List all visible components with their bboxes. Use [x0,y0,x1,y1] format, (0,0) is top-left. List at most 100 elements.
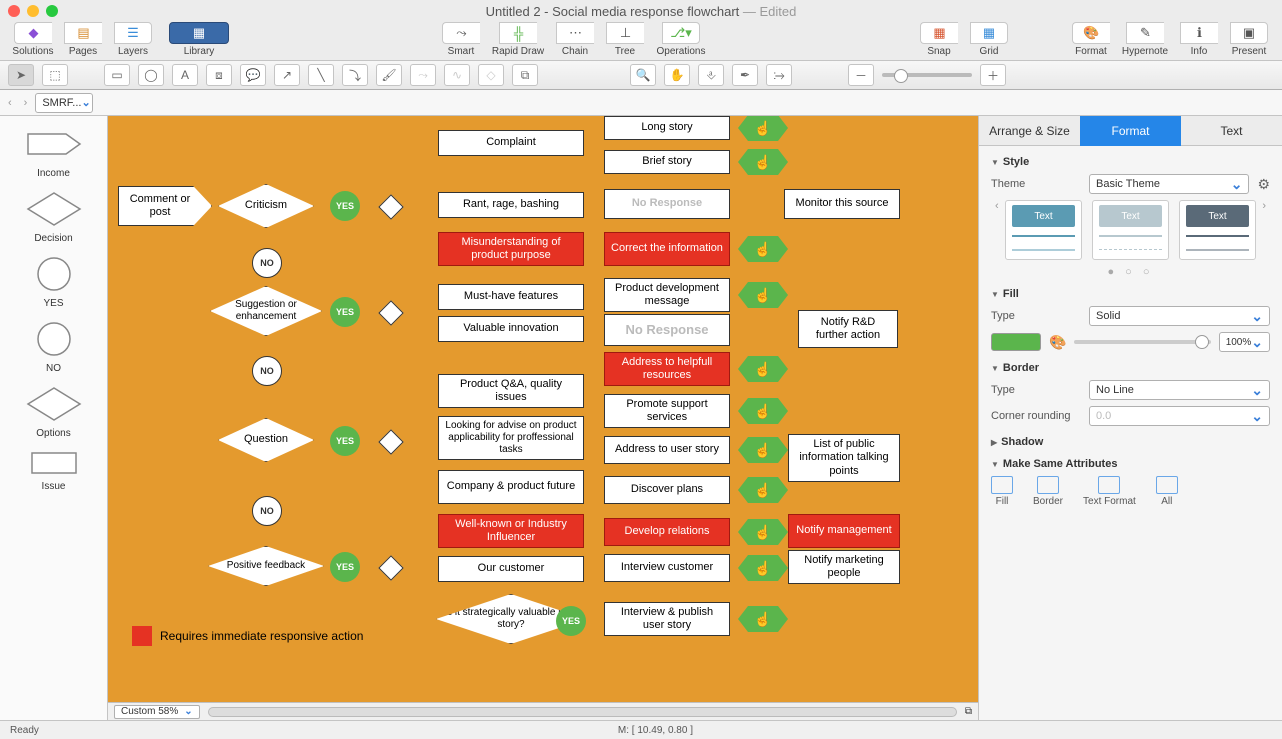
callout-tool[interactable]: 💬 [240,64,266,86]
fill-type-select[interactable]: Solid [1089,306,1270,326]
node-notifyrd[interactable]: Notify R&D further action [798,310,898,348]
stencil-income[interactable] [24,124,84,164]
ellipse-tool[interactable]: ◯ [138,64,164,86]
stencil-issue[interactable] [24,449,84,477]
stencil-no[interactable] [24,319,84,359]
node-develop[interactable]: Develop relations [604,518,730,546]
node-complaint[interactable]: Complaint [438,130,584,156]
present-button[interactable]: ▣Present [1224,22,1274,57]
node-briefstory[interactable]: Brief story [604,150,730,174]
node-ourcust[interactable]: Our customer [438,556,584,582]
style-swatch[interactable]: Text [1005,200,1082,260]
msa-all[interactable]: All [1156,476,1178,507]
node-listpub[interactable]: List of public information talking point… [788,434,900,482]
section-head-fill[interactable]: Fill [991,288,1270,300]
tab-format[interactable]: Format [1080,116,1181,146]
node-interviewc[interactable]: Interview customer [604,554,730,582]
border-type-select[interactable]: No Line [1089,380,1270,400]
section-head-shadow[interactable]: Shadow [991,436,1270,448]
text-tool[interactable]: A [172,64,198,86]
arrow-tool[interactable]: ↗ [274,64,300,86]
grid-button[interactable]: ▦Grid [964,22,1014,57]
poly-tool[interactable]: ◇ [478,64,504,86]
node-question[interactable]: Question [218,418,314,462]
zoom-in-icon[interactable]: ＋ [980,64,1006,86]
connector-tool[interactable]: ⤳ [410,64,436,86]
hypernote-button[interactable]: ✎Hypernote [1116,22,1174,57]
node-notifymkt[interactable]: Notify marketing people [788,550,900,584]
fill-color-chip[interactable] [991,333,1041,351]
msa-fill[interactable]: Fill [991,476,1013,507]
crop-tool[interactable]: ⧉ [512,64,538,86]
line-tool[interactable]: ╲ [308,64,334,86]
node-pqa[interactable]: Product Q&A, quality issues [438,374,584,408]
operations-button[interactable]: ⎇▾Operations [650,22,712,57]
canvas[interactable]: Comment or post Criticism YES NO Complai… [108,116,978,702]
pointer-tool[interactable]: ➤ [8,64,34,86]
solutions-button[interactable]: ◆Solutions [8,22,58,57]
node-start[interactable]: Comment or post [118,186,212,226]
node-correct[interactable]: Correct the information [604,232,730,266]
marquee-tool[interactable]: ⬚ [42,64,68,86]
colorwheel-icon[interactable]: 🎨 [1049,334,1066,351]
tab-arrange[interactable]: Arrange & Size [979,116,1080,146]
pager-dots[interactable]: ● ○ ○ [991,266,1270,278]
h-scrollbar[interactable] [208,707,957,717]
spline-tool[interactable]: ∿ [444,64,470,86]
brush-tool[interactable]: 🖌 [376,64,402,86]
node-misunderstanding[interactable]: Misunderstanding of product purpose [438,232,584,266]
zoom-out-icon[interactable]: － [848,64,874,86]
node-valinno[interactable]: Valuable innovation [438,316,584,342]
tree-button[interactable]: ⊥Tree [600,22,650,57]
section-head-msa[interactable]: Make Same Attributes [991,458,1270,470]
node-promote[interactable]: Promote support services [604,394,730,428]
node-pdmsg[interactable]: Product development message [604,278,730,312]
rect-tool[interactable]: ▭ [104,64,130,86]
layers-button[interactable]: ☰Layers [108,22,158,57]
node-criticism[interactable]: Criticism [218,184,314,228]
curve-tool[interactable]: ⤵ [342,64,368,86]
node-noresponse[interactable]: No Response [604,189,730,219]
gear-icon[interactable]: ⚙ [1257,176,1270,193]
chain-button[interactable]: ⋯Chain [550,22,600,57]
theme-select[interactable]: Basic Theme [1089,174,1249,194]
stencil-yes[interactable] [24,254,84,294]
search-icon[interactable]: 🔍 [630,64,656,86]
node-longstory[interactable]: Long story [604,116,730,140]
textbox-tool[interactable]: ⧈ [206,64,232,86]
node-suggestion[interactable]: Suggestion or enhancement [210,286,322,336]
zoom-slider[interactable] [882,73,972,77]
node-posfb[interactable]: Positive feedback [208,546,324,586]
node-addresshelp[interactable]: Address to helpfull resources [604,352,730,386]
tab-text[interactable]: Text [1181,116,1282,146]
node-monitor[interactable]: Monitor this source [784,189,900,219]
library-button[interactable]: ▦Library [164,22,234,57]
node-rant[interactable]: Rant, rage, bashing [438,192,584,218]
highlight-tool[interactable]: ⧴ [766,64,792,86]
section-head-border[interactable]: Border [991,362,1270,374]
node-addruser[interactable]: Address to user story [604,436,730,464]
library-select[interactable]: SMRF...⌄ [35,93,93,113]
node-noresponse2[interactable]: No Response [604,314,730,346]
ruler-icon[interactable]: ⧉ [965,706,972,717]
pages-button[interactable]: ▤Pages [58,22,108,57]
node-wellknown[interactable]: Well-known or Industry Influencer [438,514,584,548]
chevron-left-icon[interactable]: ‹ [995,200,999,212]
stencil-decision[interactable] [24,189,84,229]
zoom-select[interactable]: Custom 58% ⌄ [114,705,200,719]
node-discover[interactable]: Discover plans [604,476,730,504]
smart-button[interactable]: ⤳Smart [436,22,486,57]
nav-fwd-icon[interactable]: › [20,97,32,109]
node-intpub[interactable]: Interview & publish user story [604,602,730,636]
rapiddraw-button[interactable]: ╬Rapid Draw [486,22,550,57]
pen-tool[interactable]: ✒ [732,64,758,86]
node-company[interactable]: Company & product future [438,470,584,504]
style-swatch[interactable]: Text [1092,200,1169,260]
style-swatch[interactable]: Text [1179,200,1256,260]
dropper-tool[interactable]: ⎀ [698,64,724,86]
section-head-style[interactable]: Style [991,156,1270,168]
nav-back-icon[interactable]: ‹ [4,97,16,109]
info-button[interactable]: ℹInfo [1174,22,1224,57]
format-button[interactable]: 🎨Format [1066,22,1116,57]
chevron-right-icon[interactable]: › [1262,200,1266,212]
